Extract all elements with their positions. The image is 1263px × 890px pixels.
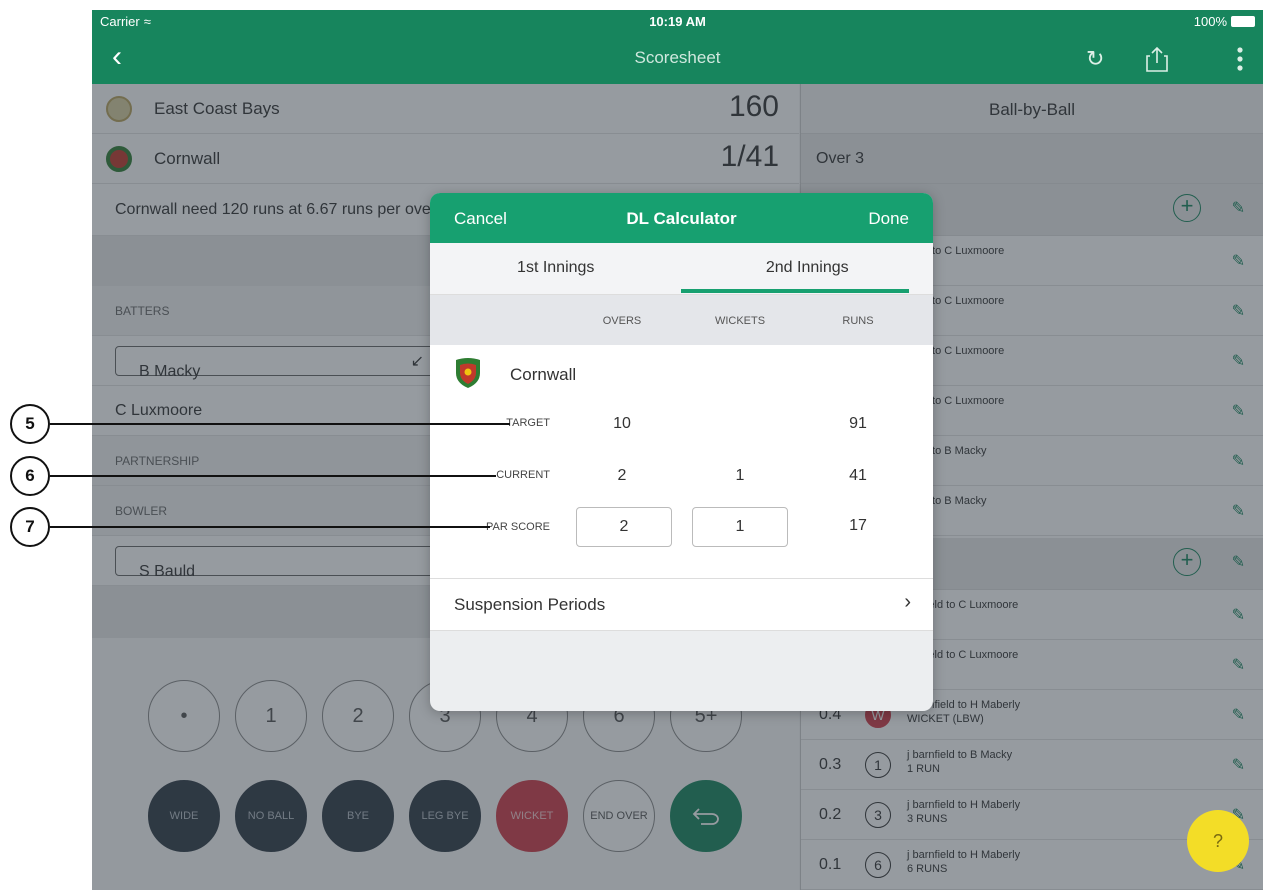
battery: 100%	[1194, 14, 1255, 29]
cornwall-shield-logo	[456, 358, 480, 388]
refresh-icon[interactable]: ↻	[1086, 46, 1104, 72]
suspension-periods-label: Suspension Periods	[454, 595, 606, 614]
current-wickets: 1	[735, 467, 745, 484]
column-headers: OVERS WICKETS RUNS	[430, 295, 933, 345]
callout-7-line	[50, 526, 490, 528]
battery-icon	[1231, 15, 1255, 27]
modal-title: DL Calculator	[626, 209, 737, 228]
dl-calculator-modal: Cancel DL Calculator Done 1st Innings 2n…	[430, 193, 933, 711]
dl-table: Cornwall TARGET 10 91 CURRENT 2 1 41 PAR…	[430, 345, 933, 579]
overs-column-header: OVERS	[602, 315, 642, 327]
par-overs-input[interactable]: 2	[576, 507, 672, 547]
target-runs: 91	[849, 415, 867, 432]
more-vertical-icon[interactable]	[1236, 46, 1244, 78]
done-button[interactable]: Done	[868, 209, 909, 229]
tab-2nd-innings[interactable]: 2nd Innings	[682, 259, 934, 277]
callout-7: 7	[10, 507, 50, 547]
wickets-column-header: WICKETS	[714, 315, 766, 327]
callout-5-line	[50, 423, 510, 425]
callout-5: 5	[10, 404, 50, 444]
chevron-right-icon: ›	[904, 591, 911, 613]
callout-6-line	[50, 475, 496, 477]
help-button[interactable]: ?	[1187, 810, 1249, 872]
active-tab-indicator	[681, 289, 909, 293]
share-icon[interactable]	[1146, 46, 1168, 78]
current-overs: 2	[617, 467, 627, 484]
modal-header: Cancel DL Calculator Done	[430, 193, 933, 243]
clock: 10:19 AM	[649, 13, 706, 29]
battery-label: 100%	[1193, 13, 1227, 29]
runs-column-header: RUNS	[842, 315, 874, 327]
status-bar: Carrier ≈ 10:19 AM 100%	[92, 10, 1263, 32]
tab-1st-innings[interactable]: 1st Innings	[430, 259, 682, 277]
innings-tabs: 1st Innings 2nd Innings	[430, 243, 933, 295]
carrier-label: Carrier	[100, 13, 140, 29]
suspension-periods-row[interactable]: Suspension Periods ›	[430, 579, 933, 631]
par-wickets-input[interactable]: 1	[692, 507, 788, 547]
callout-6: 6	[10, 456, 50, 496]
ipad-screen: Carrier ≈ 10:19 AM 100% ‹ Scoresheet ↻ E…	[92, 10, 1263, 890]
target-overs: 10	[613, 415, 631, 432]
team-name: Cornwall	[510, 365, 577, 384]
current-runs: 41	[849, 467, 867, 484]
nav-bar: ‹ Scoresheet ↻	[92, 32, 1263, 84]
par-runs: 17	[849, 517, 867, 534]
wifi-icon: ≈	[143, 13, 151, 29]
